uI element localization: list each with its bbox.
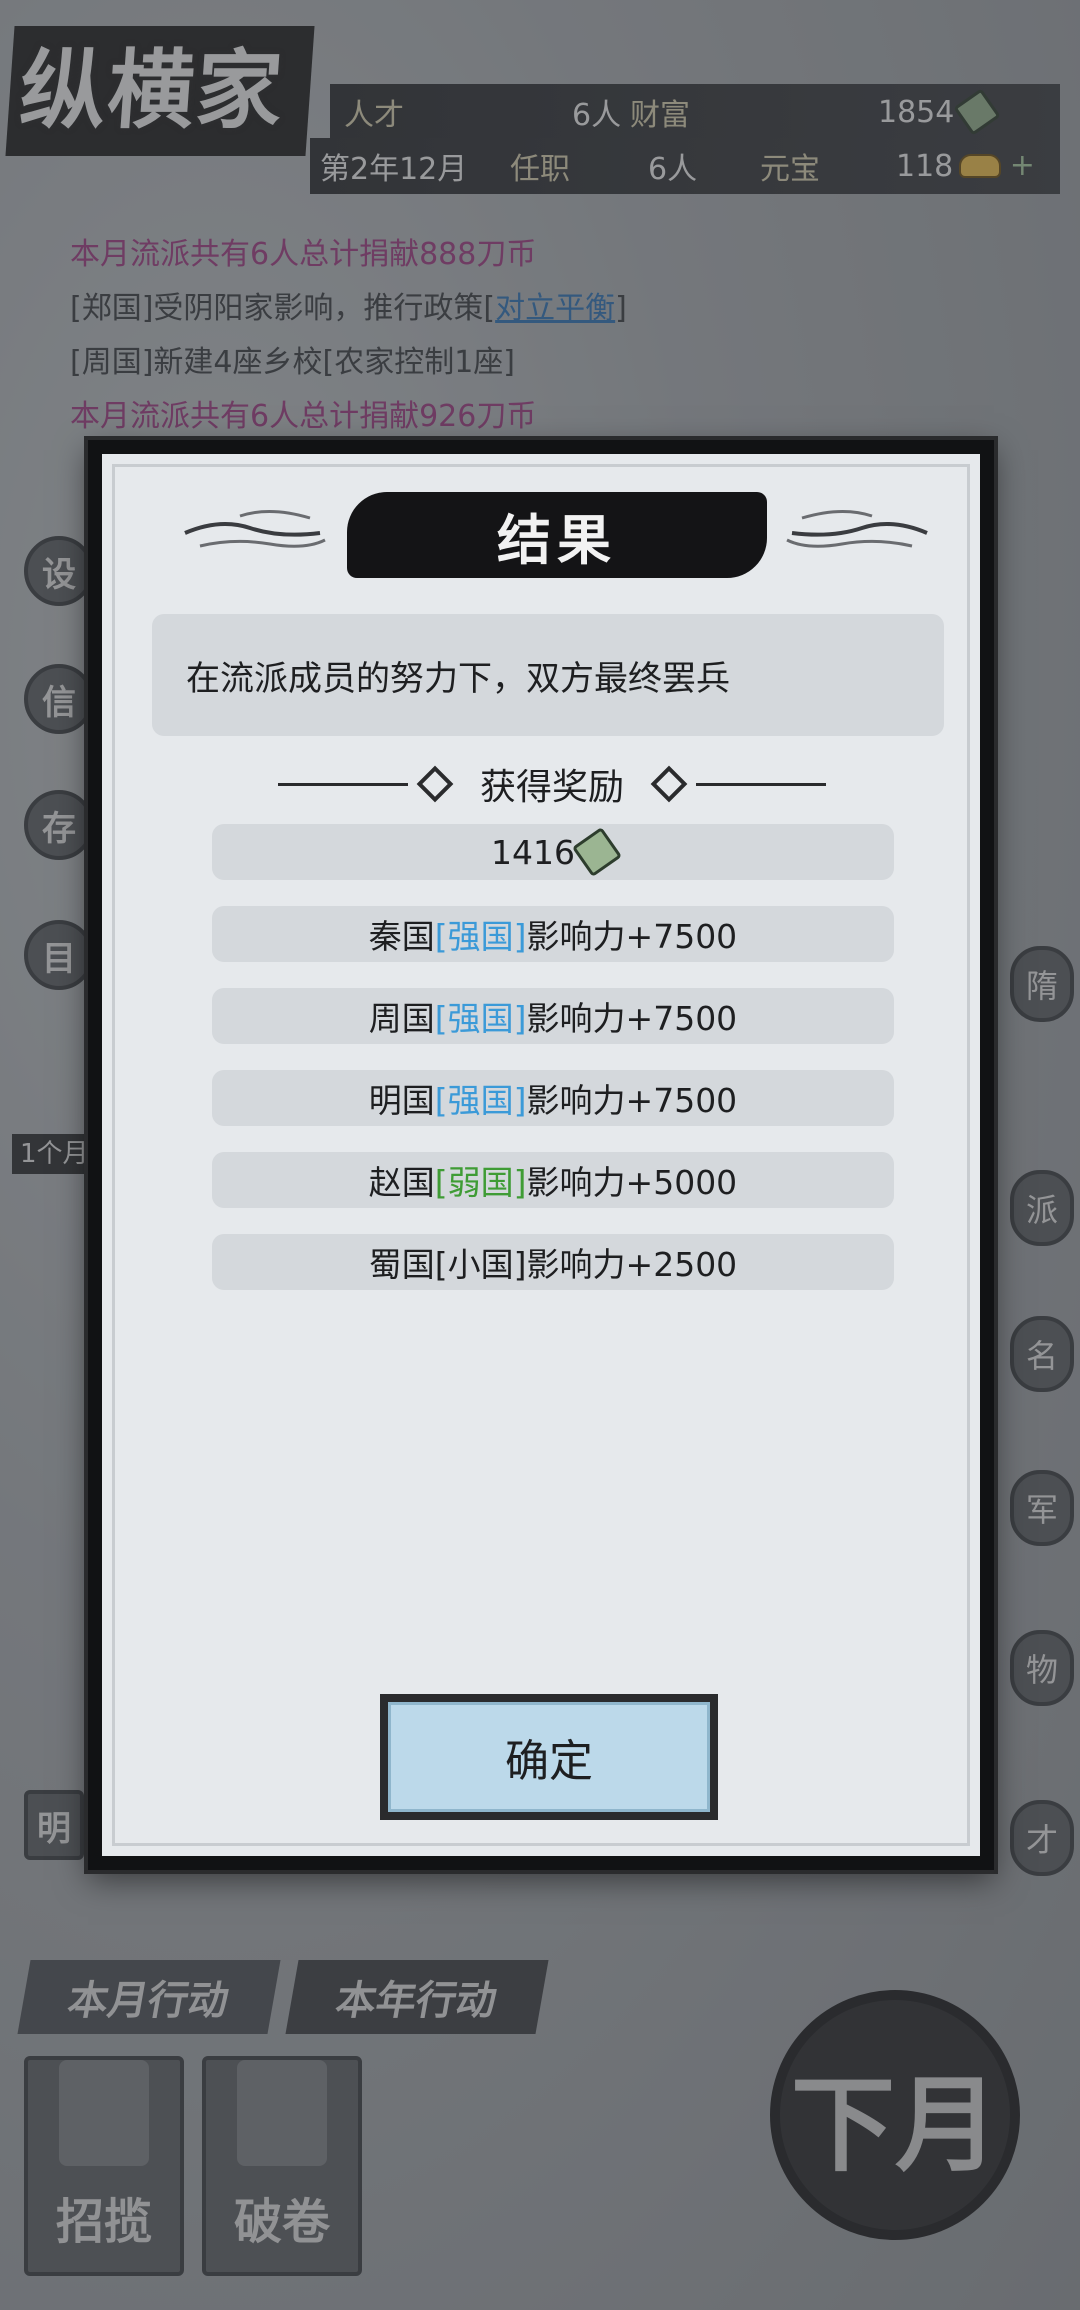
divider-line <box>696 782 826 786</box>
diamond-ornament-icon <box>650 765 688 803</box>
reward-header: 获得奖励 <box>252 754 852 814</box>
country-name: 秦国 <box>368 917 435 956</box>
coin-reward-value: 1416 <box>491 832 575 872</box>
result-message: 在流派成员的努力下，双方最终罢兵 <box>152 614 944 736</box>
reward-header-text: 获得奖励 <box>479 767 624 808</box>
country-tier: [小国] <box>434 1245 527 1284</box>
country-tier: [强国] <box>434 1081 527 1120</box>
confirm-label: 确定 <box>505 1736 593 1787</box>
reward-text: 影响力+7500 <box>526 999 738 1038</box>
reward-text: 影响力+7500 <box>526 1081 738 1120</box>
coin-reward-row: 1416 <box>212 824 894 880</box>
reward-text: 影响力+5000 <box>526 1163 738 1202</box>
reward-row: 秦国 [强国] 影响力+7500 <box>212 906 894 962</box>
divider-line <box>277 782 408 786</box>
diamond-ornament-icon <box>416 765 454 803</box>
country-tier: [弱国] <box>434 1163 527 1202</box>
title-banner: 结果 <box>347 492 767 578</box>
coin-icon <box>571 826 623 878</box>
reward-text: 影响力+7500 <box>526 917 738 956</box>
country-tier: [强国] <box>434 917 527 956</box>
decorative-swirl-left-icon <box>184 509 326 548</box>
reward-row: 蜀国 [小国] 影响力+2500 <box>212 1234 894 1290</box>
confirm-button[interactable]: 确定 <box>380 1694 718 1820</box>
result-message-text: 在流派成员的努力下，双方最终罢兵 <box>186 658 730 699</box>
confirm-button-face[interactable]: 确定 <box>388 1702 710 1812</box>
decorative-swirl-right-icon <box>786 509 928 548</box>
country-name: 蜀国 <box>368 1245 435 1284</box>
result-dialog: 结果 在流派成员的努力下，双方最终罢兵 获得奖励 1416 秦国 [强国] 影响力+… <box>88 440 994 1870</box>
dialog-title: 结果 <box>497 508 617 572</box>
country-name: 周国 <box>368 999 435 1038</box>
reward-text: 影响力+2500 <box>526 1245 738 1284</box>
country-tier: [强国] <box>434 999 527 1038</box>
reward-row: 周国 [强国] 影响力+7500 <box>212 988 894 1044</box>
reward-row: 赵国 [弱国] 影响力+5000 <box>212 1152 894 1208</box>
country-name: 赵国 <box>368 1163 435 1202</box>
reward-row: 明国 [强国] 影响力+7500 <box>212 1070 894 1126</box>
country-name: 明国 <box>368 1081 435 1120</box>
